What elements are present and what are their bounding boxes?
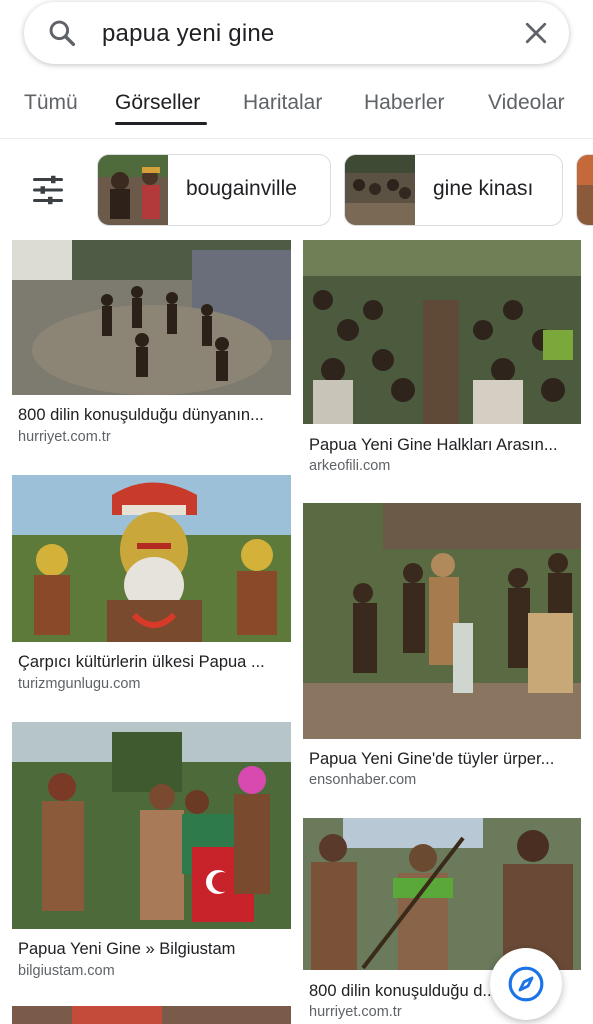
image-result[interactable]: Papua Yeni Gine Halkları Arasın... arkeo… (303, 240, 581, 480)
result-image[interactable] (303, 240, 581, 424)
search-bar[interactable]: papua yeni gine (24, 2, 569, 64)
chip-thumbnail (345, 155, 415, 225)
image-result[interactable]: Çarpıcı kültürlerin ülkesi Papua ... tur… (12, 475, 291, 697)
result-image[interactable] (12, 475, 291, 642)
active-tab-indicator (115, 122, 207, 125)
result-image[interactable] (303, 503, 581, 739)
result-image[interactable] (12, 1006, 291, 1024)
chip-more[interactable] (576, 154, 593, 226)
tab-images[interactable]: Görseller (115, 91, 200, 115)
chip-gine-kinasi[interactable]: gine kinası (344, 154, 563, 226)
result-title[interactable]: Papua Yeni Gine » Bilgiustam (18, 940, 288, 959)
result-title[interactable]: 800 dilin konuşulduğu dünyanın... (18, 406, 288, 425)
result-source: turizmgunlugu.com (18, 676, 141, 692)
compass-icon (508, 966, 544, 1002)
result-image[interactable] (12, 722, 291, 929)
chip-label: gine kinası (433, 177, 534, 200)
result-source: ensonhaber.com (309, 772, 417, 788)
tune-icon[interactable] (30, 172, 66, 208)
tab-all[interactable]: Tümü (24, 91, 78, 115)
image-result[interactable]: 800 dilin konuşulduğu dünyanın... hurriy… (12, 240, 291, 450)
tab-bar: Tümü Görseller Haritalar Haberler Videol… (0, 82, 593, 130)
result-title[interactable]: Çarpıcı kültürlerin ülkesi Papua ... (18, 653, 288, 672)
result-source: bilgiustam.com (18, 963, 115, 979)
chip-thumbnail (98, 155, 168, 225)
divider (0, 138, 593, 139)
image-result[interactable]: Papua Yeni Gine » Bilgiustam bilgiustam.… (12, 722, 291, 982)
chip-label: bougainville (186, 177, 297, 200)
result-source: arkeofili.com (309, 458, 391, 474)
tab-maps[interactable]: Haritalar (243, 91, 322, 115)
image-result[interactable]: Papua Yeni Gine'de tüyler ürper... enson… (303, 503, 581, 793)
search-icon[interactable] (46, 17, 78, 49)
chip-bougainville[interactable]: bougainville (97, 154, 331, 226)
tab-videos[interactable]: Videolar (488, 91, 565, 115)
tab-news[interactable]: Haberler (364, 91, 445, 115)
result-source: hurriyet.com.tr (309, 1004, 402, 1020)
close-icon[interactable] (521, 18, 551, 48)
chip-thumbnail (577, 155, 593, 225)
result-source: hurriyet.com.tr (18, 429, 111, 445)
result-title[interactable]: Papua Yeni Gine Halkları Arasın... (309, 436, 577, 455)
result-image[interactable] (12, 240, 291, 395)
result-title[interactable]: Papua Yeni Gine'de tüyler ürper... (309, 750, 577, 769)
compass-button[interactable] (490, 948, 562, 1020)
result-image[interactable] (303, 818, 581, 970)
search-input[interactable]: papua yeni gine (102, 20, 274, 48)
